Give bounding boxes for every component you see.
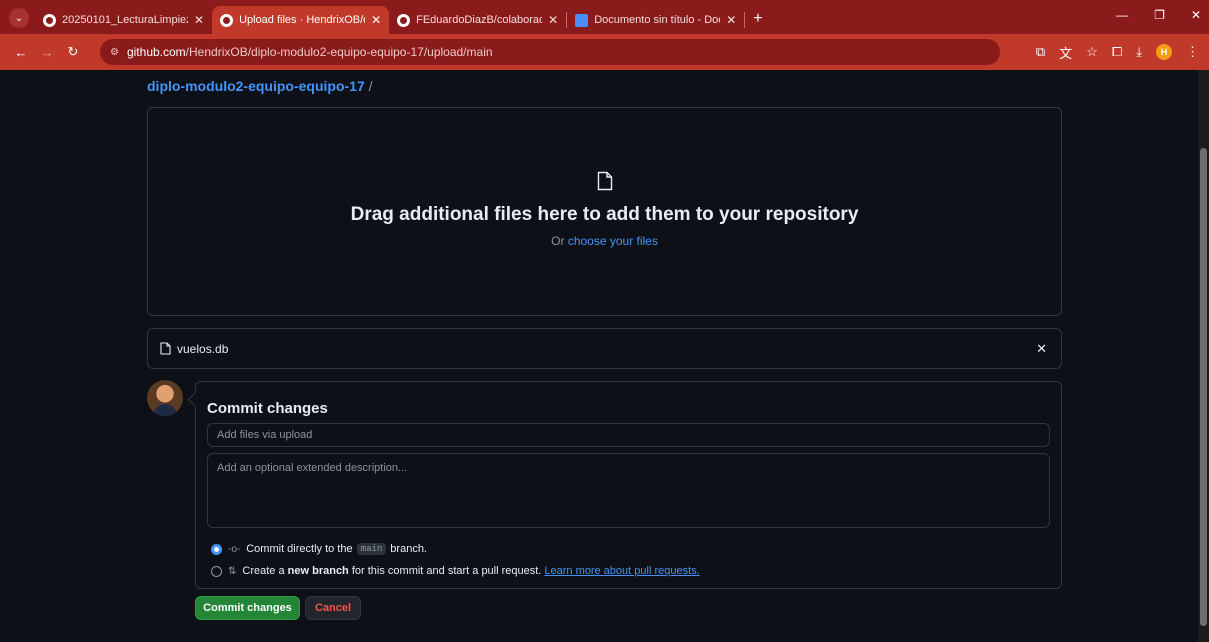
tab-title: 20250101_LecturaLimpiezaDato <box>62 14 188 26</box>
forward-icon[interactable]: → <box>34 45 60 60</box>
tab-title: Upload files · HendrixOB/diplo <box>239 14 365 26</box>
github-icon <box>397 13 411 27</box>
install-app-icon[interactable]: ⧉ <box>1036 44 1045 60</box>
restore-icon[interactable]: ❐ <box>1154 8 1165 22</box>
close-tab-icon[interactable]: ✕ <box>726 13 736 27</box>
commit-summary-input[interactable] <box>207 423 1050 447</box>
scrollbar-thumb[interactable] <box>1200 148 1207 626</box>
remove-file-icon[interactable]: ✕ <box>1036 341 1047 357</box>
new-branch-prefix: Create a <box>242 565 285 577</box>
window-controls: — ❐ ✕ <box>1116 8 1201 22</box>
menu-kebab-icon[interactable]: ⋮ <box>1186 44 1199 60</box>
github-icon <box>220 13 234 27</box>
browser-tab-strip: ⌄ 20250101_LecturaLimpiezaDato ✕ Upload … <box>0 0 1209 34</box>
new-branch-suffix: for this commit and start a pull request… <box>351 565 542 577</box>
browser-toolbar: ← → ↻ ⚙ github.com/HendrixOB/diplo-modul… <box>0 34 1209 70</box>
commit-form: Commit changes -o- Commit directly to th… <box>195 381 1062 589</box>
back-icon[interactable]: ← <box>8 45 34 60</box>
tab-separator <box>744 12 746 28</box>
new-tab-icon[interactable]: + <box>753 10 762 28</box>
new-branch-radio[interactable] <box>211 565 222 577</box>
docs-icon <box>575 13 589 27</box>
uploaded-file-name: vuelos.db <box>177 341 229 356</box>
repo-link[interactable]: diplo-modulo2-equipo-equipo-17 <box>147 78 365 94</box>
dropzone-or: Or <box>551 234 565 248</box>
cancel-button[interactable]: Cancel <box>305 596 361 620</box>
close-window-icon[interactable]: ✕ <box>1191 8 1201 22</box>
learn-more-pr-link[interactable]: Learn more about pull requests. <box>544 565 699 577</box>
tab-title: FEduardoDiazB/colaboracion-g <box>416 14 543 26</box>
file-icon <box>597 171 613 191</box>
dropzone-subtitle: Or choose your files <box>148 234 1061 248</box>
file-dropzone[interactable]: Drag additional files here to add them t… <box>147 107 1062 316</box>
browser-tab-4[interactable]: Documento sin título - Docume ✕ <box>567 6 744 34</box>
site-settings-icon[interactable]: ⚙ <box>110 47 119 58</box>
commit-direct-prefix: Commit directly to the <box>246 543 353 555</box>
minimize-icon[interactable]: — <box>1116 8 1128 22</box>
commit-direct-suffix: branch. <box>390 543 427 555</box>
page-scrollbar[interactable] <box>1198 70 1209 642</box>
file-icon <box>160 342 171 355</box>
commit-direct-option[interactable]: -o- Commit directly to the main branch. <box>211 543 427 555</box>
close-tab-icon[interactable]: ✕ <box>194 13 204 27</box>
download-icon[interactable]: ⤓ <box>1136 44 1142 60</box>
choose-files-link[interactable]: choose your files <box>568 234 658 248</box>
bookmark-star-icon[interactable]: ☆ <box>1086 44 1098 60</box>
toolbar-actions: ⧉ 文 ☆ ⧠ ⤓ H ⋮ <box>1036 34 1209 70</box>
reload-icon[interactable]: ↻ <box>60 44 86 60</box>
address-bar[interactable]: ⚙ github.com/HendrixOB/diplo-modulo2-equ… <box>100 39 1000 65</box>
pull-request-icon: ⇅ <box>228 565 237 577</box>
dropzone-title: Drag additional files here to add them t… <box>350 204 859 225</box>
tab-title: Documento sin título - Docume <box>594 14 720 26</box>
commit-description-input[interactable] <box>207 453 1050 528</box>
breadcrumb: diplo-modulo2-equipo-equipo-17 / <box>147 78 373 94</box>
url-host: github.com <box>126 45 186 59</box>
commit-title: Commit changes <box>207 400 328 417</box>
breadcrumb-separator: / <box>368 78 373 94</box>
git-commit-icon: -o- <box>228 543 241 555</box>
commit-direct-radio[interactable] <box>211 543 222 555</box>
browser-tab-3[interactable]: FEduardoDiazB/colaboracion-g ✕ <box>389 6 566 34</box>
translate-icon[interactable]: 文 <box>1059 43 1072 62</box>
user-avatar <box>147 380 183 416</box>
browser-tab-1[interactable]: 20250101_LecturaLimpiezaDato ✕ <box>35 6 212 34</box>
browser-tab-2[interactable]: Upload files · HendrixOB/diplo ✕ <box>212 6 390 34</box>
profile-avatar[interactable]: H <box>1156 44 1172 60</box>
new-branch-option[interactable]: ⇅ Create a new branch for this commit an… <box>211 565 700 577</box>
branch-name: main <box>356 543 387 555</box>
github-icon <box>43 13 56 27</box>
uploaded-file-row: vuelos.db ✕ <box>147 328 1062 369</box>
close-tab-icon[interactable]: ✕ <box>548 13 558 27</box>
url-path: /HendrixOB/diplo-modulo2-equipo-equipo-1… <box>185 45 493 59</box>
tab-search-icon[interactable]: ⌄ <box>9 8 29 28</box>
close-tab-icon[interactable]: ✕ <box>371 13 381 27</box>
extensions-icon[interactable]: ⧠ <box>1112 44 1122 60</box>
page-content: diplo-modulo2-equipo-equipo-17 / Drag ad… <box>0 70 1198 642</box>
new-branch-bold: new branch <box>287 565 349 577</box>
commit-changes-button[interactable]: Commit changes <box>195 596 300 620</box>
